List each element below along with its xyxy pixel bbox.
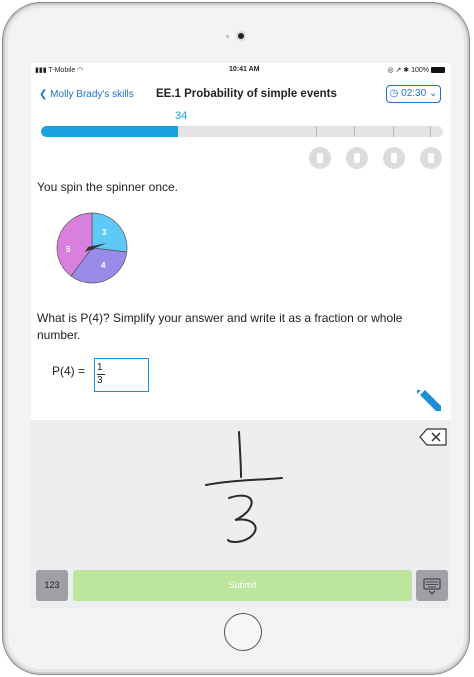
submit-button[interactable]: Submit bbox=[73, 570, 412, 601]
keyboard-button[interactable] bbox=[416, 570, 448, 601]
spinner-pivot bbox=[90, 246, 94, 250]
medal-icon bbox=[309, 147, 331, 169]
sensor bbox=[226, 35, 229, 38]
carrier-label: ▮▮▮ T-Mobile ◠ bbox=[35, 67, 84, 74]
progress-bar bbox=[41, 126, 443, 137]
wifi-icon: ◠ bbox=[75, 67, 84, 74]
timer-value: 02:30 bbox=[401, 88, 427, 99]
progress-tick bbox=[393, 126, 394, 137]
camera bbox=[236, 31, 246, 41]
status-right: ◎ ↗ ✱ 100% bbox=[387, 66, 445, 74]
signal-icon: ▮▮▮ bbox=[35, 67, 49, 74]
handwriting-canvas[interactable] bbox=[31, 420, 451, 561]
spinner-label-3: 3 bbox=[102, 228, 107, 237]
medal-icon bbox=[346, 147, 368, 169]
back-label: Molly Brady's skills bbox=[50, 89, 134, 100]
page-title: EE.1 Probability of simple events bbox=[156, 88, 337, 100]
nav-bar: ❮ Molly Brady's skills EE.1 Probability … bbox=[31, 79, 451, 111]
progress-tick bbox=[316, 126, 317, 137]
handwritten-answer bbox=[205, 431, 283, 543]
status-bar: ▮▮▮ T-Mobile ◠ 10:41 AM ◎ ↗ ✱ 100% bbox=[31, 63, 451, 77]
status-time: 10:41 AM bbox=[229, 66, 260, 73]
spinner-image: 3 4 5 bbox=[56, 212, 128, 284]
chevron-down-icon: ⌄ bbox=[426, 88, 438, 99]
pencil-icon[interactable] bbox=[416, 389, 446, 415]
battery-icon bbox=[431, 67, 445, 74]
home-button[interactable] bbox=[224, 613, 262, 651]
answer-label: P(4) = bbox=[52, 364, 86, 378]
question-prompt: What is P(4)? Simplify your answer and w… bbox=[37, 311, 403, 342]
spinner-label-4: 4 bbox=[101, 261, 106, 270]
question-intro: You spin the spinner once. bbox=[37, 180, 178, 194]
clock-icon: ◷ bbox=[389, 88, 402, 99]
progress-tick bbox=[354, 126, 355, 137]
keyboard-icon bbox=[423, 578, 441, 595]
answer-input[interactable]: 1 3 bbox=[94, 358, 149, 392]
numbers-button[interactable]: 123 bbox=[36, 570, 68, 601]
medal-icon bbox=[420, 147, 442, 169]
battery-label: 100% bbox=[411, 67, 429, 74]
answer-fraction: 1 3 bbox=[97, 362, 107, 387]
chevron-left-icon: ❮ bbox=[39, 89, 51, 100]
keypad-bar: 123 Submit bbox=[31, 561, 451, 608]
medal-icon bbox=[383, 147, 405, 169]
timer-button[interactable]: ◷ 02:30 ⌄ bbox=[386, 85, 441, 103]
back-button[interactable]: ❮ Molly Brady's skills bbox=[39, 89, 134, 100]
backspace-icon[interactable] bbox=[419, 428, 447, 446]
progress-fill bbox=[41, 126, 178, 137]
location-icon: ◎ ↗ ✱ bbox=[387, 67, 412, 74]
progress-tick bbox=[430, 126, 431, 137]
spinner-label-5: 5 bbox=[66, 245, 71, 254]
score-label: 34 bbox=[175, 110, 188, 122]
answer-numerator: 1 bbox=[97, 362, 105, 375]
screen: ▮▮▮ T-Mobile ◠ 10:41 AM ◎ ↗ ✱ 100% ❮ Mol… bbox=[31, 63, 451, 608]
answer-denominator: 3 bbox=[97, 375, 103, 386]
